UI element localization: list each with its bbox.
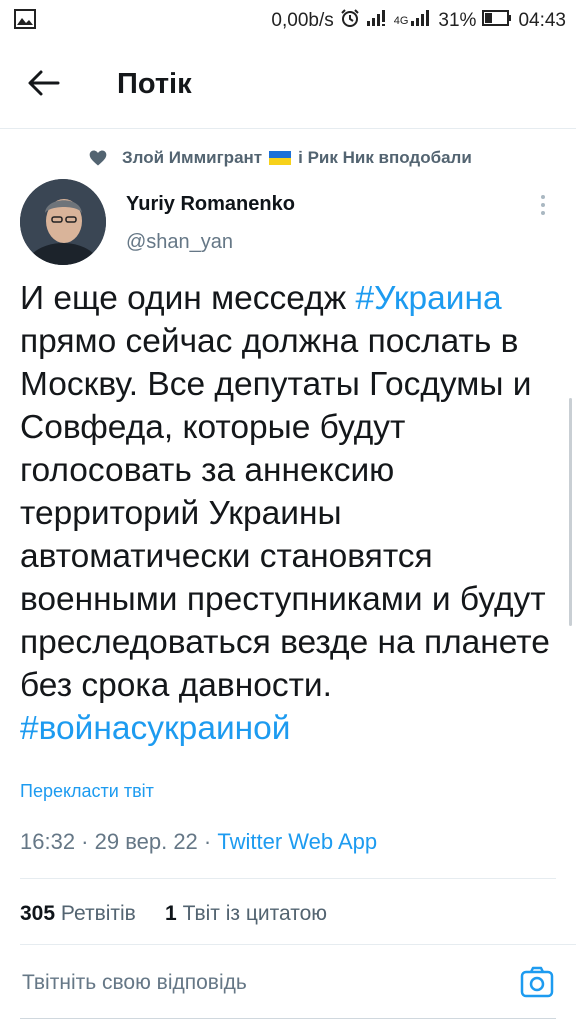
camera-icon	[520, 966, 554, 998]
tweet-text-part: прямо сейчас должна послать в Москву. Вс…	[20, 323, 550, 704]
page-title: Потік	[117, 68, 192, 100]
gallery-notification-icon	[14, 9, 36, 35]
retweets-stat[interactable]: 305 Ретвітів	[20, 902, 136, 925]
battery-icon	[482, 9, 512, 33]
battery-percentage: 31%	[438, 10, 477, 31]
tweet-source-link[interactable]: Twitter Web App	[217, 829, 377, 854]
ukraine-flag-icon	[269, 151, 292, 165]
camera-button[interactable]	[519, 964, 555, 1000]
retweets-count: 305	[20, 902, 56, 925]
quotes-count: 1	[165, 902, 177, 925]
avatar-photo	[20, 179, 106, 265]
network-type-label: 4G	[393, 15, 409, 27]
hashtag-link[interactable]: #Украина	[355, 280, 501, 317]
clock: 04:43	[518, 10, 566, 31]
divider	[20, 878, 556, 879]
status-bar: 0,00b/s 4G 31% 04:43	[0, 0, 576, 38]
scrollbar[interactable]	[569, 398, 572, 626]
top-app-bar: Потік	[0, 38, 576, 129]
more-vertical-icon	[541, 195, 545, 215]
social-context-text: і Рик Ник вподобали	[298, 148, 472, 167]
more-options-button[interactable]	[536, 193, 550, 217]
tweet-metadata: 16:32 · 29 вер. 22 · Twitter Web App	[20, 829, 377, 855]
quotes-stat[interactable]: 1 Твіт із цитатою	[165, 902, 327, 925]
retweets-label: Ретвітів	[60, 902, 136, 925]
translate-tweet-link[interactable]: Перекласти твіт	[20, 781, 154, 802]
quotes-label: Твіт із цитатою	[182, 902, 328, 925]
social-context[interactable]: Злой Иммигрант і Рик Ник вподобали	[88, 148, 472, 168]
divider	[20, 1018, 556, 1019]
status-indicators: 0,00b/s 4G 31% 04:43	[271, 8, 566, 34]
tweet-timestamp: 16:32 · 29 вер. 22 ·	[20, 829, 218, 854]
liker-name: Злой Иммигрант	[122, 148, 263, 167]
author-name[interactable]: Yuriy Romanenko	[126, 193, 295, 216]
tweet-text-part: И еще один месседж	[20, 280, 356, 317]
tweet-text: И еще один месседж #Украина прямо сейчас…	[20, 277, 568, 750]
divider	[20, 944, 576, 945]
back-button[interactable]	[26, 66, 66, 102]
signal-4g-icon	[410, 9, 432, 33]
signal-icon	[366, 9, 388, 33]
reply-input[interactable]: Твітніть свою відповідь	[22, 971, 247, 995]
tweet-stats: 305 Ретвітів 1 Твіт із цитатою	[20, 902, 327, 926]
hashtag-link[interactable]: #войнасукраиной	[20, 710, 291, 747]
avatar[interactable]	[20, 179, 106, 265]
author-handle[interactable]: @shan_yan	[126, 231, 233, 254]
alarm-icon	[340, 8, 360, 34]
arrow-left-icon	[28, 70, 60, 96]
heart-icon	[89, 150, 107, 166]
network-speed: 0,00b/s	[271, 10, 334, 31]
